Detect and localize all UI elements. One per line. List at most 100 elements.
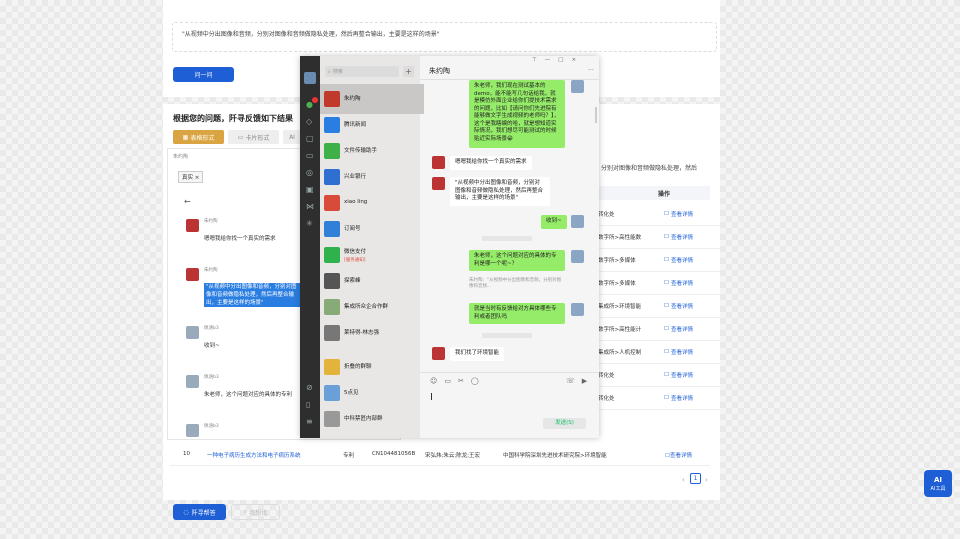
row-org: 中国科学院深圳先进技术研究院>环境智能 (503, 453, 607, 459)
close-icon[interactable]: × (572, 57, 577, 63)
contact-name: 莱特得-林志强 (344, 330, 379, 336)
contact-name: xiao ling (344, 199, 368, 205)
view-detail-link[interactable]: ☐查看详情 (664, 348, 720, 356)
i-want-find-label: 我想找 (249, 509, 268, 517)
view-detail-label: 查看详情 (670, 304, 693, 310)
pin-icon[interactable]: ⊤ (532, 57, 537, 63)
view-detail-link[interactable]: ☐查看详情 (664, 371, 720, 379)
contact-item[interactable]: 莱特得-林志强 (320, 318, 424, 348)
message-bubble-sent: 就是当时有反馈给对方具体哪些专利或者团队吗 (469, 303, 565, 324)
avatar (571, 250, 584, 263)
view-detail-label: 查看详情 (669, 453, 692, 459)
more-icon[interactable]: ··· (588, 67, 594, 74)
files-icon[interactable]: ▭ (306, 151, 316, 161)
add-chat-button[interactable]: + (403, 66, 414, 77)
row-number: CN104481056B (372, 451, 416, 457)
chat-icon: ◌ (183, 508, 189, 516)
phone-icon[interactable]: ▯ (306, 400, 316, 410)
qianxun-answer-button[interactable]: ◌ 阡寻帮答 (173, 504, 226, 520)
pagination-page[interactable]: 1 (690, 473, 701, 484)
contact-name: 探索峰 (344, 278, 361, 284)
contact-item[interactable]: 中科禁匠内部群 (320, 404, 424, 434)
find-icon: ⌕ (243, 508, 248, 515)
message-bubble-sent: 朱老师，这个问题对应的具体的专利是哪一个呢~？ (469, 250, 565, 271)
file-icon[interactable]: ▭ (444, 377, 451, 385)
my-avatar[interactable] (304, 72, 316, 84)
avatar (324, 247, 340, 263)
row-title-link[interactable]: 一种电子病历生成方法和电子病历系统 (207, 451, 301, 459)
i-want-find-button[interactable]: ⌕ 我想找 (231, 504, 280, 520)
view-card-label: 卡片形式 (245, 134, 270, 142)
text-cursor (431, 393, 432, 400)
view-detail-link[interactable]: ☐查看详情 (665, 451, 692, 459)
row-unit: 转化处 (598, 396, 615, 402)
row-type: 专利 (343, 453, 355, 459)
msg-text-selected: "从视频中分出图像和音频，分别对图像和音频做隐私处理，然后再整合输出，主要是这样… (204, 283, 300, 307)
ai-tool-button[interactable]: AI AI工具 (924, 470, 952, 497)
miniprogram-icon[interactable]: ⊘ (306, 383, 316, 393)
ask-button[interactable]: 问一问 (173, 67, 234, 82)
search-box[interactable]: ⌕ 搜索 (325, 66, 399, 77)
video-call-icon[interactable]: ▶ (582, 377, 587, 385)
view-detail-link[interactable]: ☐查看详情 (664, 256, 720, 264)
detail-icon: ☐ (664, 349, 669, 355)
emoji-icon[interactable]: ☺ (430, 377, 437, 385)
wechat-nav-bar (300, 56, 320, 438)
view-ai-button[interactable]: AI (283, 130, 301, 144)
message-input[interactable] (426, 389, 594, 413)
avatar (186, 375, 199, 388)
avatar (324, 299, 340, 315)
table-row: 数字所>多媒体 ☐ 查看详情 (594, 249, 720, 272)
view-detail-link[interactable]: ☐查看详情 (664, 279, 720, 287)
minimize-icon[interactable]: — (545, 57, 551, 63)
screenshot-icon[interactable]: ✂ (458, 377, 464, 385)
close-icon[interactable]: × (195, 175, 200, 181)
avatar (324, 325, 340, 341)
quoted-message: 朱约陶："从视频中分出图像和音频，分别对图像和音频... (469, 278, 562, 289)
menu-icon[interactable]: ≡ (306, 417, 316, 427)
row-unit: 数字所>高性能计 (598, 327, 642, 333)
row-unit: 集成所>环境智能 (598, 304, 642, 310)
view-detail-link[interactable]: ☐查看详情 (664, 302, 720, 310)
avatar (186, 219, 199, 232)
msg-sender: 朱约陶 (204, 219, 218, 224)
tag-chip[interactable]: 真实 × (178, 171, 204, 183)
view-detail-link[interactable]: ☐查看详情 (664, 325, 720, 333)
view-detail-link[interactable]: ☐查看详情 (664, 394, 720, 402)
channels-icon[interactable]: ⋈ (306, 202, 316, 212)
view-card-button[interactable]: ▭ 卡片形式 (228, 130, 279, 144)
voice-call-icon[interactable]: ☏ (566, 377, 575, 385)
row-unit: 转化处 (598, 373, 615, 379)
view-table-button[interactable]: ▦ 表格形式 (173, 130, 224, 144)
send-button[interactable]: 发送(S) (543, 418, 586, 429)
contacts-icon[interactable]: ◇ (306, 117, 316, 127)
search-feature-icon[interactable]: ✳ (306, 219, 316, 229)
pagination-next[interactable]: › (705, 476, 708, 484)
contact-name: 腾讯新闻 (344, 122, 367, 128)
msg-text: 嗯嗯我给你找一个真实的需求 (204, 236, 276, 242)
chat-scrollbar[interactable] (595, 107, 597, 123)
detail-icon: ☐ (664, 257, 669, 263)
row-inventors: 宋弘炜;朱云;陈龙;王宏 (425, 453, 481, 459)
moments-icon[interactable]: ◎ (306, 168, 316, 178)
msg-text: 朱老师，这个问题对应的具体的专利 (204, 392, 293, 398)
favorites-icon[interactable]: ▢ (306, 134, 316, 144)
query-snippet: 分别对图像和音频做隐私处理，然后 (601, 165, 698, 172)
back-arrow-icon[interactable]: ← (184, 197, 191, 206)
pagination-prev[interactable]: ‹ (682, 476, 685, 484)
avatar (571, 303, 584, 316)
view-detail-link[interactable]: ☐查看详情 (664, 210, 720, 218)
contact-name: 5点见 (344, 390, 359, 396)
history-icon[interactable]: ◯ (471, 377, 479, 385)
view-detail-link[interactable]: ☐查看详情 (664, 233, 720, 241)
view-detail-label: 查看详情 (670, 373, 693, 379)
video-icon[interactable]: ▣ (306, 185, 316, 195)
avatar (324, 143, 340, 159)
query-text: "从视频中分出图像和音频，分别对图像和音频做隐私处理，然后再整合输出，主要是这样… (182, 31, 440, 38)
detail-icon: ☐ (664, 372, 669, 378)
maximize-icon[interactable]: □ (558, 57, 563, 63)
msg-sender: 朱约陶 (204, 268, 218, 273)
folder-icon (324, 359, 340, 375)
chats-icon[interactable]: ● (306, 100, 316, 110)
table-row: 转化处 ☐ 查看详情 (594, 203, 720, 226)
